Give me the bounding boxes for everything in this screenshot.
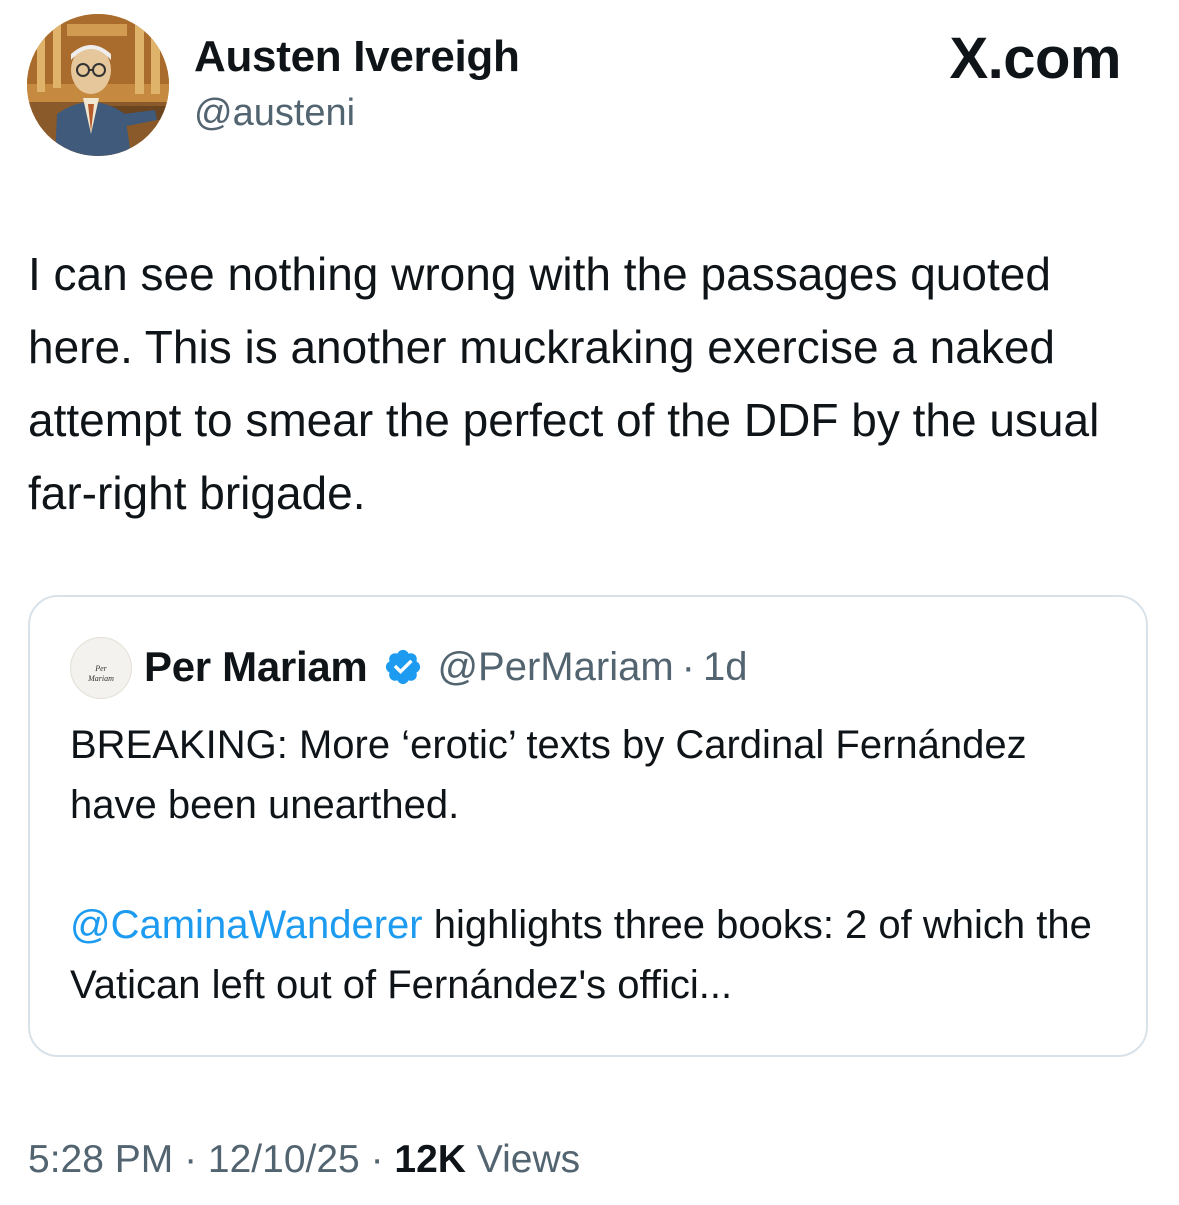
separator-dot: ·: [681, 644, 695, 689]
site-logo: X.com: [949, 26, 1121, 91]
quoted-tweet-card[interactable]: Per Mariam Per Mariam @PerMariam · 1d BR…: [28, 595, 1148, 1057]
author-avatar[interactable]: [27, 14, 169, 156]
quoted-author-name[interactable]: Per Mariam: [144, 643, 368, 691]
views-label: Views: [465, 1138, 581, 1181]
meta-separator: ·: [173, 1138, 208, 1181]
meta-separator: ·: [359, 1138, 395, 1181]
author-handle[interactable]: @austeni: [194, 88, 355, 138]
quoted-tweet-age[interactable]: 1d: [703, 645, 748, 690]
profile-photo: [27, 14, 169, 156]
tweet-time[interactable]: 5:28 PM: [28, 1138, 173, 1181]
tweet-meta: 5:28 PM · 12/10/25 · 12K Views: [28, 1134, 580, 1186]
svg-text:Mariam: Mariam: [87, 674, 114, 683]
svg-text:Per: Per: [94, 664, 107, 673]
tweet-text: I can see nothing wrong with the passage…: [28, 248, 1100, 519]
views-count[interactable]: 12K: [394, 1138, 466, 1181]
quoted-author-avatar[interactable]: Per Mariam: [70, 637, 132, 699]
per-mariam-logo-icon: Per Mariam: [72, 639, 130, 697]
quoted-tweet-header: Per Mariam @PerMariam · 1d: [144, 641, 747, 693]
author-name[interactable]: Austen Ivereigh: [194, 30, 520, 84]
quoted-paragraph-1: BREAKING: More ‘erotic’ texts by Cardina…: [70, 723, 1027, 827]
mention-link[interactable]: @CaminaWanderer: [70, 903, 423, 947]
verified-badge-icon: [386, 649, 421, 685]
quoted-author-handle[interactable]: @PerMariam: [437, 645, 673, 690]
quoted-paragraph-2: @CaminaWanderer highlights three books: …: [70, 895, 1120, 1015]
quoted-tweet-text: BREAKING: More ‘erotic’ texts by Cardina…: [70, 715, 1120, 1015]
tweet-date[interactable]: 12/10/25: [208, 1138, 360, 1181]
